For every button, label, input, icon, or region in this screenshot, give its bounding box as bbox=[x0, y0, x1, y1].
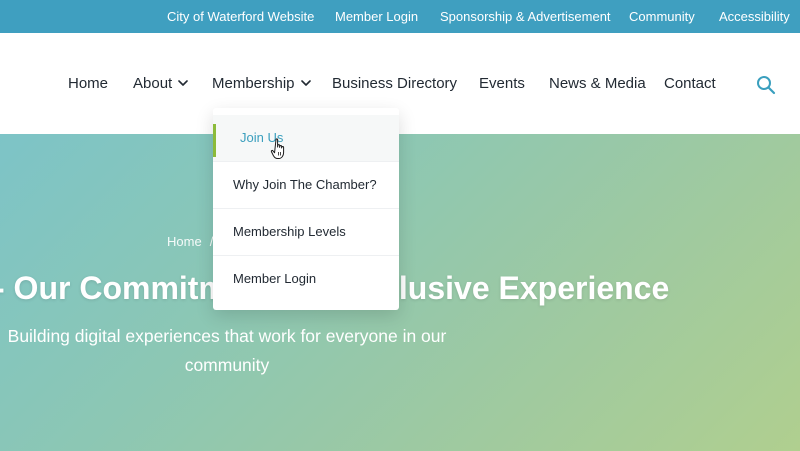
main-header: Home About Membership Business Directory… bbox=[0, 33, 800, 134]
member-login-link[interactable]: Member Login bbox=[335, 9, 418, 24]
page-title: - Our Commitm lusive Experience bbox=[0, 270, 800, 307]
dropdown-item-label: Membership Levels bbox=[233, 224, 346, 239]
dropdown-item-membership-levels[interactable]: Membership Levels bbox=[213, 209, 399, 256]
dropdown-item-join-us[interactable]: Join Us bbox=[213, 115, 399, 162]
city-website-link[interactable]: City of Waterford Website bbox=[167, 9, 314, 24]
nav-news-media[interactable]: News & Media bbox=[549, 75, 646, 92]
nav-about-label: About bbox=[133, 75, 173, 92]
dropdown-item-member-login[interactable]: Member Login bbox=[213, 256, 399, 303]
breadcrumb: Home / bbox=[167, 234, 213, 249]
nav-home[interactable]: Home bbox=[68, 75, 108, 92]
page-title-left: - Our Commitm bbox=[0, 270, 227, 306]
nav-contact[interactable]: Contact bbox=[664, 75, 716, 92]
sponsorship-link[interactable]: Sponsorship & Advertisement bbox=[440, 9, 611, 24]
dropdown-item-why-join[interactable]: Why Join The Chamber? bbox=[213, 162, 399, 209]
membership-dropdown: Join Us Why Join The Chamber? Membership… bbox=[213, 108, 399, 310]
nav-membership-label: Membership bbox=[212, 75, 295, 92]
page-title-right: lusive Experience bbox=[398, 270, 670, 306]
dropdown-item-label: Member Login bbox=[233, 271, 317, 286]
utility-bar: City of Waterford Website Member Login S… bbox=[0, 0, 800, 33]
nav-events[interactable]: Events bbox=[479, 75, 525, 92]
search-icon[interactable] bbox=[756, 75, 776, 95]
page-subtitle: Building digital experiences that work f… bbox=[7, 326, 447, 375]
chevron-down-icon bbox=[178, 80, 189, 86]
breadcrumb-home[interactable]: Home bbox=[167, 234, 202, 249]
accessibility-link[interactable]: Accessibility bbox=[719, 9, 790, 24]
dropdown-item-label: Why Join The Chamber? bbox=[233, 177, 377, 192]
dropdown-item-label: Join Us bbox=[240, 130, 284, 145]
chevron-down-icon bbox=[300, 80, 311, 86]
hero-banner: Home / - Our Commitm lusive Experience Bui… bbox=[0, 134, 800, 451]
community-link[interactable]: Community bbox=[629, 9, 695, 24]
nav-membership[interactable]: Membership bbox=[212, 75, 311, 92]
nav-about[interactable]: About bbox=[133, 75, 189, 92]
nav-business-directory[interactable]: Business Directory bbox=[332, 75, 457, 92]
